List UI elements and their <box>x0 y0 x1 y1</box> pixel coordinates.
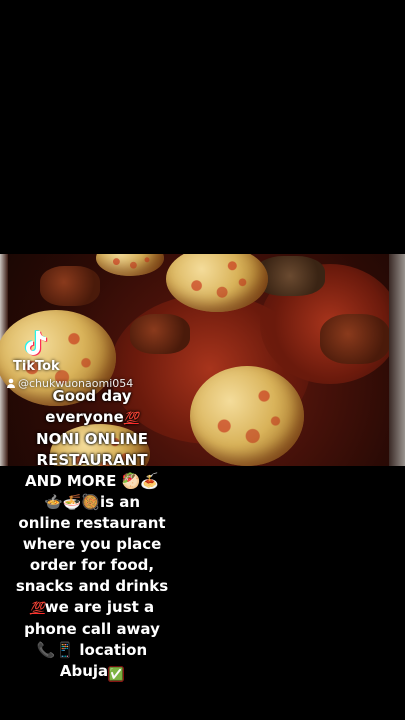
caption-line: order for food, <box>14 555 170 576</box>
caption-text: phone call away <box>24 620 160 638</box>
meat-piece <box>40 266 100 306</box>
boiled-egg <box>190 366 304 466</box>
caption-line: 📞📱 location <box>14 640 170 661</box>
caption-text: NONI ONLINE <box>36 430 148 448</box>
caption-text: everyone <box>45 408 124 426</box>
tiktok-logo-icon <box>24 330 48 356</box>
caption-text: RESTAURANT <box>36 451 148 469</box>
meat-piece <box>320 314 390 364</box>
caption-line: NONI ONLINE <box>14 429 170 450</box>
caption-line: online restaurant <box>14 513 170 534</box>
meat-piece <box>130 314 190 354</box>
caption-line: 💯we are just a <box>14 597 170 619</box>
boiled-egg <box>96 254 164 276</box>
plate-edge-right <box>389 254 405 466</box>
caption-line: where you place <box>14 534 170 555</box>
caption-line: Abuja✅ <box>14 661 170 682</box>
hundred-points-icon: 💯 <box>29 601 45 615</box>
phone-emoji-icon: 📞📱 <box>36 641 75 659</box>
caption-line: everyone💯 <box>14 407 170 429</box>
caption-text: where you place <box>22 535 162 553</box>
caption-line: phone call away <box>14 619 170 640</box>
caption-text: we are just a <box>44 598 155 616</box>
caption-line: Good day <box>14 386 170 407</box>
caption-text: Abuja <box>59 662 109 680</box>
caption-text: snacks and drinks <box>15 577 169 595</box>
video-caption: Good day everyone💯 NONI ONLINE RESTAURAN… <box>14 386 170 682</box>
caption-text: order for food, <box>29 556 155 574</box>
food-emoji-icon: 🥙🍝 <box>121 472 159 490</box>
caption-line: AND MORE 🥙🍝 <box>14 471 170 492</box>
caption-line: snacks and drinks <box>14 576 170 597</box>
caption-text: online restaurant <box>18 514 166 532</box>
caption-text: is an <box>99 493 141 511</box>
caption-line: RESTAURANT <box>14 450 170 471</box>
hundred-points-icon: 💯 <box>123 411 139 425</box>
food-emoji-icon: 🍲🍜🥘 <box>43 493 100 511</box>
check-mark-icon: ✅ <box>108 666 125 682</box>
caption-text: AND MORE <box>25 472 117 490</box>
caption-text: location <box>79 641 148 659</box>
caption-text: Good day <box>52 387 132 405</box>
tiktok-brand-label: TikTok <box>13 359 60 374</box>
caption-line: 🍲🍜🥘is an <box>14 492 170 513</box>
